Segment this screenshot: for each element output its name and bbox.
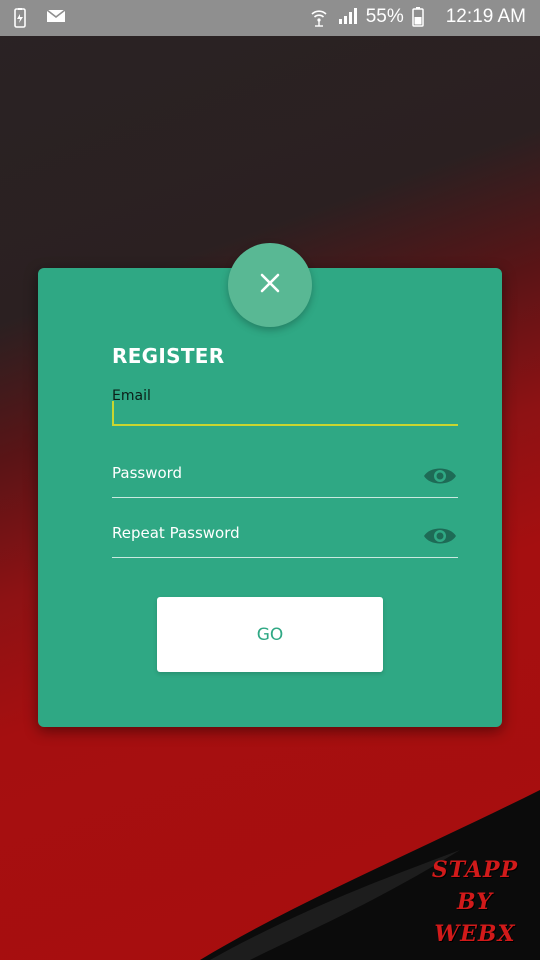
register-title: REGISTER: [112, 344, 225, 368]
email-field[interactable]: Email: [112, 388, 458, 428]
status-bar-left: [12, 8, 66, 28]
close-icon: [259, 272, 281, 298]
email-underline: [112, 424, 458, 426]
watermark: STAPP BY WEBX: [420, 854, 530, 950]
watermark-line-3: WEBX: [434, 921, 516, 947]
battery-percent: 55%: [365, 6, 404, 27]
mail-icon: [46, 8, 66, 28]
battery-icon: [411, 7, 432, 27]
watermark-line-2: BY: [457, 889, 493, 915]
close-button[interactable]: [228, 243, 312, 327]
status-bar: 55% 12:19 AM: [0, 0, 540, 36]
signal-icon: [338, 7, 358, 27]
password-field[interactable]: Password: [112, 462, 458, 498]
wifi-icon: [310, 7, 330, 27]
go-button[interactable]: GO: [157, 597, 383, 672]
repeat-password-field[interactable]: Repeat Password: [112, 522, 458, 558]
eye-icon[interactable]: [422, 524, 458, 548]
status-bar-right: 55% 12:19 AM: [310, 6, 526, 28]
text-cursor: [112, 401, 114, 425]
clock: 12:19 AM: [445, 6, 526, 27]
repeat-password-underline: [112, 557, 458, 558]
battery-saver-icon: [12, 8, 32, 28]
watermark-line-1: STAPP: [431, 857, 519, 883]
password-underline: [112, 497, 458, 498]
eye-icon[interactable]: [422, 464, 458, 488]
register-card: REGISTER Email Password Repeat Password …: [38, 268, 502, 727]
